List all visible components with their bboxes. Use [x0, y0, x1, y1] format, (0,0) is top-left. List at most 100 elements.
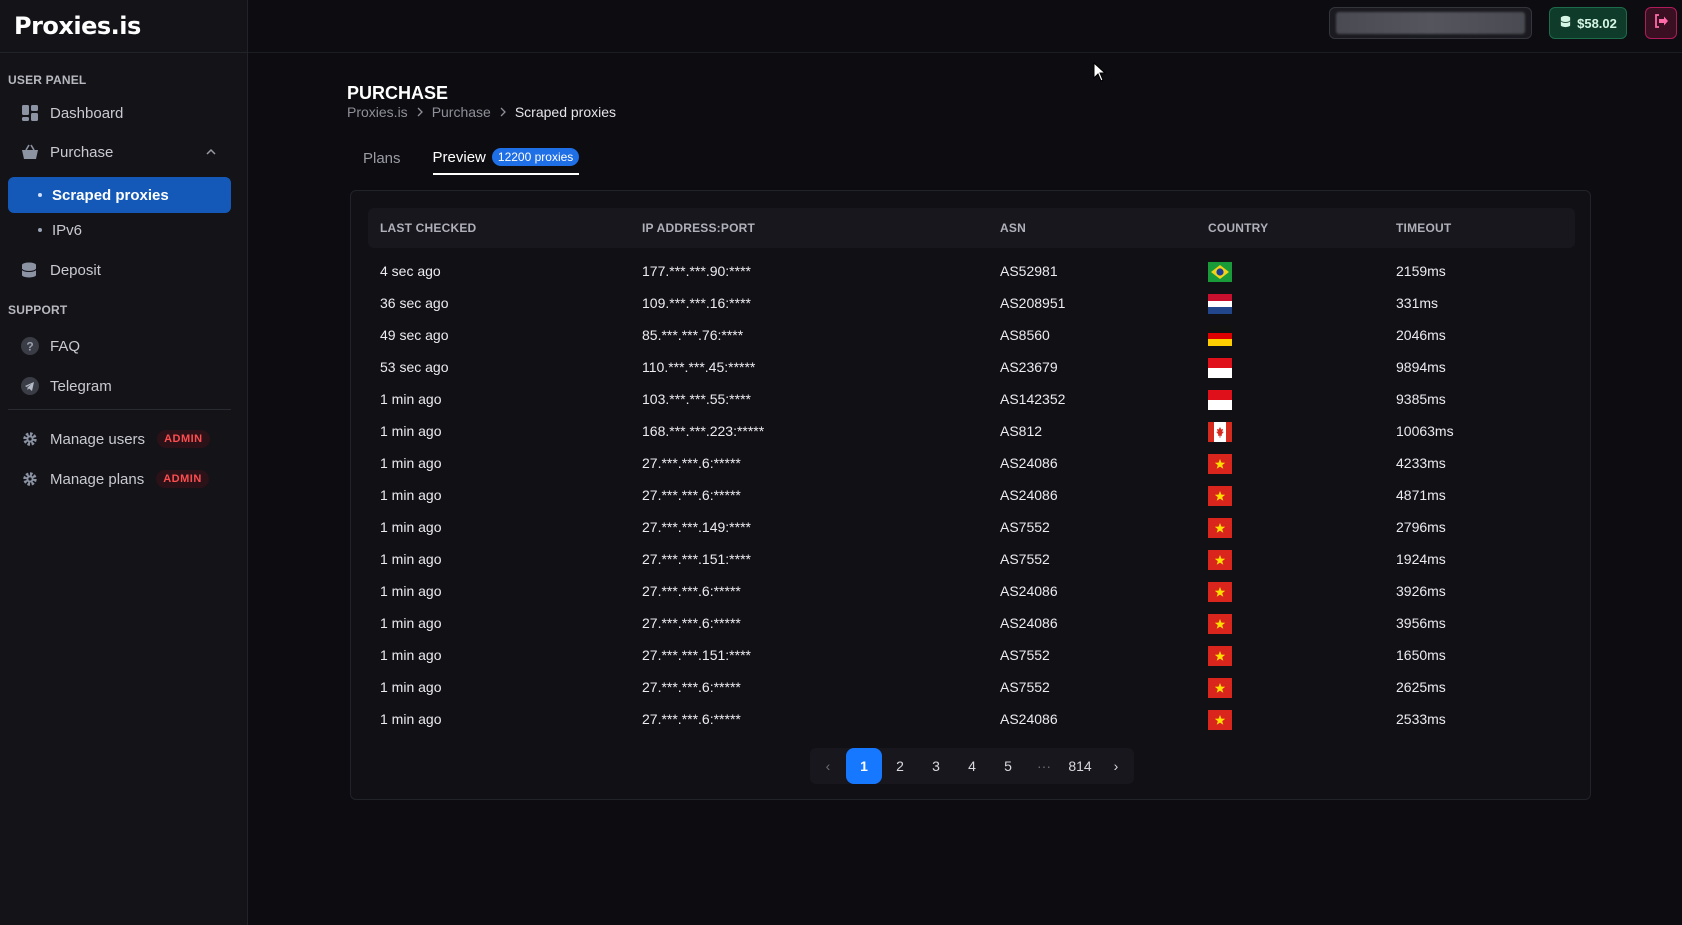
cell-asn: AS208951	[1000, 295, 1066, 311]
cell-asn: AS24086	[1000, 583, 1058, 599]
next-page-button[interactable]: ›	[1098, 748, 1134, 784]
chevron-right-icon	[499, 104, 507, 120]
sidebar-item-purchase[interactable]: Purchase	[8, 134, 231, 170]
table-row[interactable]: 1 min ago 27.***.***.6:***** AS24086 4233ms	[368, 448, 1575, 480]
cell-ip-address: 85.***.***.76:****	[642, 327, 744, 343]
cell-timeout: 9894ms	[1396, 359, 1446, 375]
brand-logo[interactable]: Proxies.is	[14, 12, 141, 40]
proxy-count-badge: 12200 proxies	[491, 148, 580, 166]
question-icon: ?	[20, 336, 40, 356]
cell-asn: AS142352	[1000, 391, 1066, 407]
dashboard-icon	[20, 103, 40, 123]
cell-last-checked: 1 min ago	[380, 487, 442, 503]
table-row[interactable]: 1 min ago 27.***.***.151:**** AS7552 1650ms	[368, 640, 1575, 672]
vietnam-flag-icon	[1208, 518, 1232, 538]
column-header-last-checked[interactable]: LAST CHECKED	[380, 221, 476, 235]
telegram-icon	[20, 376, 40, 396]
page-4-button[interactable]: 4	[954, 748, 990, 784]
vietnam-flag-icon	[1208, 582, 1232, 602]
section-label-support: SUPPORT	[8, 303, 68, 317]
page-2-button[interactable]: 2	[882, 748, 918, 784]
column-header-country[interactable]: COUNTRY	[1208, 221, 1268, 235]
cell-asn: AS7552	[1000, 647, 1050, 663]
tab-preview[interactable]: Preview 12200 proxies	[432, 148, 580, 175]
table-row[interactable]: 1 min ago 27.***.***.151:**** AS7552 1924ms	[368, 544, 1575, 576]
sidebar-item-scraped-proxies[interactable]: Scraped proxies	[8, 177, 231, 213]
column-header-ip-address[interactable]: IP ADDRESS:PORT	[642, 221, 755, 235]
table-row[interactable]: 1 min ago 103.***.***.55:**** AS142352 9385…	[368, 384, 1575, 416]
page-title: PURCHASE	[347, 83, 449, 103]
search-input[interactable]	[1329, 7, 1532, 39]
sidebar-item-faq[interactable]: ? FAQ	[8, 328, 231, 364]
cell-asn: AS812	[1000, 423, 1043, 439]
table-row[interactable]: 36 sec ago 109.***.***.16:**** AS208951 331…	[368, 288, 1575, 320]
sidebar-divider	[8, 409, 231, 410]
brazil-flag-icon	[1208, 262, 1232, 282]
sidebar-item-label: Manage plans	[50, 470, 145, 488]
vietnam-flag-icon	[1208, 486, 1232, 506]
prev-page-button[interactable]: ‹	[810, 748, 846, 784]
page-last-button[interactable]: 814	[1062, 748, 1098, 784]
cell-last-checked: 36 sec ago	[380, 295, 449, 311]
chevron-right-icon	[416, 104, 424, 120]
admin-badge: ADMIN	[157, 430, 210, 448]
sidebar-item-label: Scraped proxies	[52, 186, 169, 204]
vietnam-flag-icon	[1208, 678, 1232, 698]
page-5-button[interactable]: 5	[990, 748, 1026, 784]
sidebar-item-manage-plans[interactable]: Manage plans ADMIN	[8, 461, 231, 497]
sidebar-item-manage-users[interactable]: Manage users ADMIN	[8, 421, 231, 457]
logout-icon	[1653, 13, 1669, 34]
cell-timeout: 2533ms	[1396, 711, 1446, 727]
gear-icon	[20, 469, 40, 489]
table-row[interactable]: 4 sec ago 177.***.***.90:**** AS52981 2159m…	[368, 256, 1575, 288]
breadcrumb-purchase[interactable]: Purchase	[432, 104, 491, 120]
table-row[interactable]: 1 min ago 27.***.***.6:***** AS24086 4871ms	[368, 480, 1575, 512]
breadcrumb-current: Scraped proxies	[514, 104, 617, 120]
cell-asn: AS24086	[1000, 455, 1058, 471]
sidebar-item-telegram[interactable]: Telegram	[8, 368, 231, 404]
cell-last-checked: 49 sec ago	[380, 327, 449, 343]
cell-asn: AS24086	[1000, 615, 1058, 631]
table-row[interactable]: 1 min ago 27.***.***.6:***** AS7552 2625ms	[368, 672, 1575, 704]
vietnam-flag-icon	[1208, 646, 1232, 666]
tab-plans[interactable]: Plans	[363, 148, 401, 175]
sidebar-item-label: IPv6	[52, 221, 83, 239]
column-header-timeout[interactable]: TIMEOUT	[1396, 221, 1451, 235]
column-header-asn[interactable]: ASN	[1000, 221, 1026, 235]
cell-ip-address: 27.***.***.6:*****	[642, 455, 741, 471]
basket-icon	[20, 142, 40, 162]
table-row[interactable]: 53 sec ago 110.***.***.45:***** AS23679 989…	[368, 352, 1575, 384]
cell-ip-address: 168.***.***.223:*****	[642, 423, 765, 439]
coins-icon	[20, 260, 40, 280]
table-row[interactable]: 1 min ago 27.***.***.6:***** AS24086 2533ms	[368, 704, 1575, 736]
cell-timeout: 1924ms	[1396, 551, 1446, 567]
logout-button[interactable]	[1645, 7, 1677, 39]
table-row[interactable]: 1 min ago 27.***.***.6:***** AS24086 3926ms	[368, 576, 1575, 608]
sidebar: Proxies.is USER PANEL Dashboard Purchase…	[0, 0, 248, 925]
sidebar-item-deposit[interactable]: Deposit	[8, 252, 231, 288]
gear-icon	[20, 429, 40, 449]
table-row[interactable]: 1 min ago 27.***.***.149:**** AS7552 2796ms	[368, 512, 1575, 544]
page-1-button[interactable]: 1	[846, 748, 882, 784]
germany-flag-icon	[1208, 326, 1232, 346]
tab-bar: Plans Preview 12200 proxies	[363, 148, 580, 175]
cell-last-checked: 1 min ago	[380, 391, 442, 407]
proxies-table-card: LAST CHECKED IP ADDRESS:PORT ASN COUNTRY…	[350, 190, 1591, 800]
cell-ip-address: 27.***.***.6:*****	[642, 615, 741, 631]
pagination-ellipsis[interactable]: ···	[1026, 748, 1062, 784]
table-row[interactable]: 1 min ago 27.***.***.6:***** AS24086 3956ms	[368, 608, 1575, 640]
sidebar-item-ipv6[interactable]: IPv6	[8, 212, 231, 248]
table-row[interactable]: 1 min ago 168.***.***.223:***** AS812 10063…	[368, 416, 1575, 448]
cell-ip-address: 27.***.***.6:*****	[642, 679, 741, 695]
page-3-button[interactable]: 3	[918, 748, 954, 784]
breadcrumb-home[interactable]: Proxies.is	[347, 104, 408, 120]
cell-timeout: 4233ms	[1396, 455, 1446, 471]
vietnam-flag-icon	[1208, 710, 1232, 730]
table-row[interactable]: 49 sec ago 85.***.***.76:**** AS8560 2046ms	[368, 320, 1575, 352]
balance-button[interactable]: $58.02	[1549, 7, 1627, 39]
chevron-up-icon[interactable]	[205, 145, 217, 162]
tab-label: Plans	[363, 149, 401, 167]
cell-last-checked: 1 min ago	[380, 711, 442, 727]
cell-last-checked: 1 min ago	[380, 455, 442, 471]
sidebar-item-dashboard[interactable]: Dashboard	[8, 95, 231, 131]
